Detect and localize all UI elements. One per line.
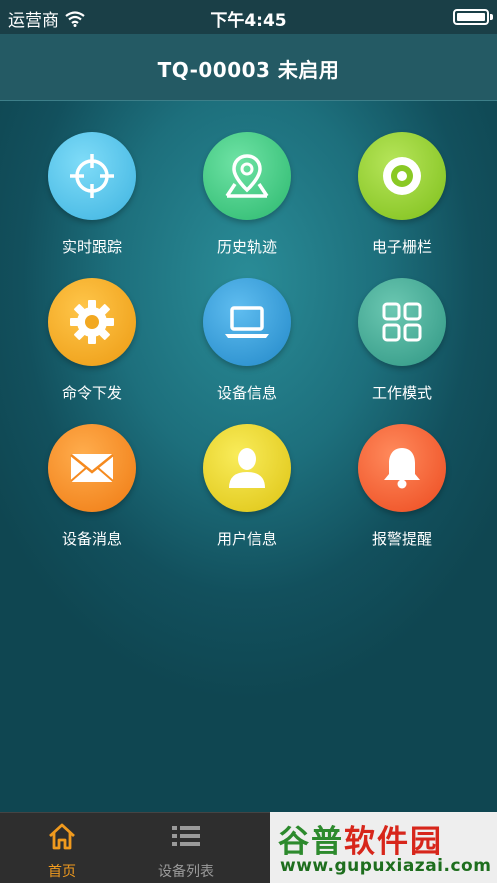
menu-label: 设备信息 [216, 384, 277, 402]
menu-item-user-info[interactable]: 用户信息 [169, 424, 325, 564]
menu-item-geofence[interactable]: 电子栅栏 [324, 132, 480, 272]
menu-label: 历史轨迹 [216, 238, 277, 256]
disc-icon [358, 132, 446, 220]
menu-label: 报警提醒 [371, 530, 432, 548]
map-pin-icon [203, 132, 291, 220]
status-time: 下午4:45 [210, 11, 287, 31]
menu-label: 工作模式 [371, 384, 432, 402]
menu-item-alarm-alert[interactable]: 报警提醒 [324, 424, 480, 564]
gear-icon [48, 278, 136, 366]
menu-item-device-messages[interactable]: 设备消息 [14, 424, 170, 564]
status-bar: 运营商 下午4:45 [0, 0, 497, 34]
menu-label: 命令下发 [61, 384, 122, 402]
user-icon [203, 424, 291, 512]
watermark-url: www.gupuxiazai.com [280, 856, 492, 876]
app-screen: 运营商 下午4:45 TQ-00003 未启用 实时跟踪 历史轨迹 电子栅栏 命… [0, 0, 497, 883]
menu-label: 实时跟踪 [61, 238, 122, 256]
grid-icon [358, 278, 446, 366]
page-title: TQ-00003 未启用 [157, 58, 340, 82]
crosshair-icon [48, 132, 136, 220]
menu-item-realtime-tracking[interactable]: 实时跟踪 [14, 132, 170, 272]
menu-item-work-mode[interactable]: 工作模式 [324, 278, 480, 418]
battery-icon [453, 9, 493, 25]
watermark-title: 谷普软件园 [278, 816, 443, 861]
nav-bar: TQ-00003 未启用 [0, 34, 497, 101]
tab-label: 设备列表 [158, 864, 214, 880]
menu-label: 电子栅栏 [371, 238, 432, 256]
watermark-title-green: 谷普 [278, 824, 344, 860]
menu-item-send-command[interactable]: 命令下发 [14, 278, 170, 418]
bell-icon [358, 424, 446, 512]
watermark-title-red: 软件园 [344, 824, 443, 860]
menu-label: 设备消息 [61, 530, 122, 548]
tab-home[interactable]: 首页 [0, 813, 124, 883]
laptop-icon [203, 278, 291, 366]
tab-label: 首页 [48, 864, 76, 880]
envelope-icon [48, 424, 136, 512]
menu-label: 用户信息 [216, 530, 277, 548]
home-icon [49, 823, 75, 850]
list-icon [172, 826, 200, 846]
tab-device-list[interactable]: 设备列表 [124, 813, 248, 883]
watermark: 谷普软件园 www.gupuxiazai.com [270, 812, 497, 883]
menu-item-history-track[interactable]: 历史轨迹 [169, 132, 325, 272]
menu-item-device-info[interactable]: 设备信息 [169, 278, 325, 418]
